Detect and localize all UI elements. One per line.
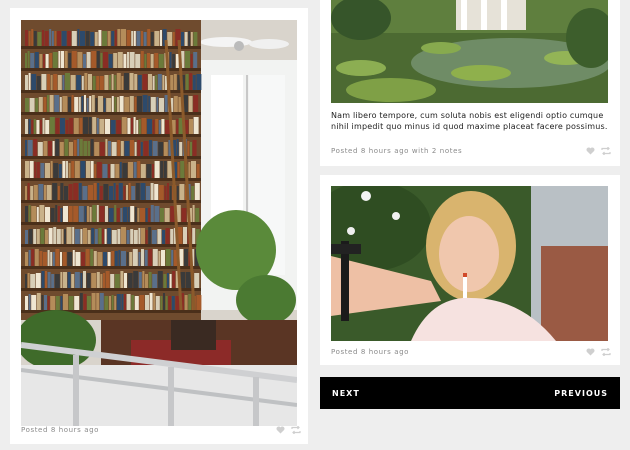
reblog-icon[interactable] <box>601 147 611 155</box>
post-actions <box>586 147 611 155</box>
post-card-gun: Posted 8 hours ago <box>320 175 620 365</box>
post-card-library: Posted 8 hours ago <box>10 8 308 444</box>
post-card-pond: Nam libero tempore, cum soluta nobis est… <box>320 0 620 166</box>
heart-icon[interactable] <box>586 147 595 155</box>
post-caption: Nam libero tempore, cum soluta nobis est… <box>331 111 608 131</box>
reblog-icon[interactable] <box>601 348 611 356</box>
gun-image <box>331 186 608 341</box>
post-meta: Posted 8 hours ago <box>21 426 100 434</box>
pagination-bar: NEXT PREVIOUS <box>320 377 620 409</box>
library-photo[interactable] <box>21 20 297 426</box>
next-button[interactable]: NEXT <box>332 389 360 398</box>
heart-icon[interactable] <box>586 348 595 356</box>
library-image <box>21 20 297 426</box>
post-meta: Posted 8 hours ago with 2 notes <box>331 147 463 155</box>
post-actions <box>276 426 301 434</box>
previous-button[interactable]: PREVIOUS <box>554 389 608 398</box>
post-actions <box>586 348 611 356</box>
pond-photo[interactable] <box>331 0 608 103</box>
post-meta: Posted 8 hours ago <box>331 348 410 356</box>
heart-icon[interactable] <box>276 426 285 434</box>
gun-photo[interactable] <box>331 186 608 341</box>
pond-image <box>331 0 608 103</box>
reblog-icon[interactable] <box>291 426 301 434</box>
